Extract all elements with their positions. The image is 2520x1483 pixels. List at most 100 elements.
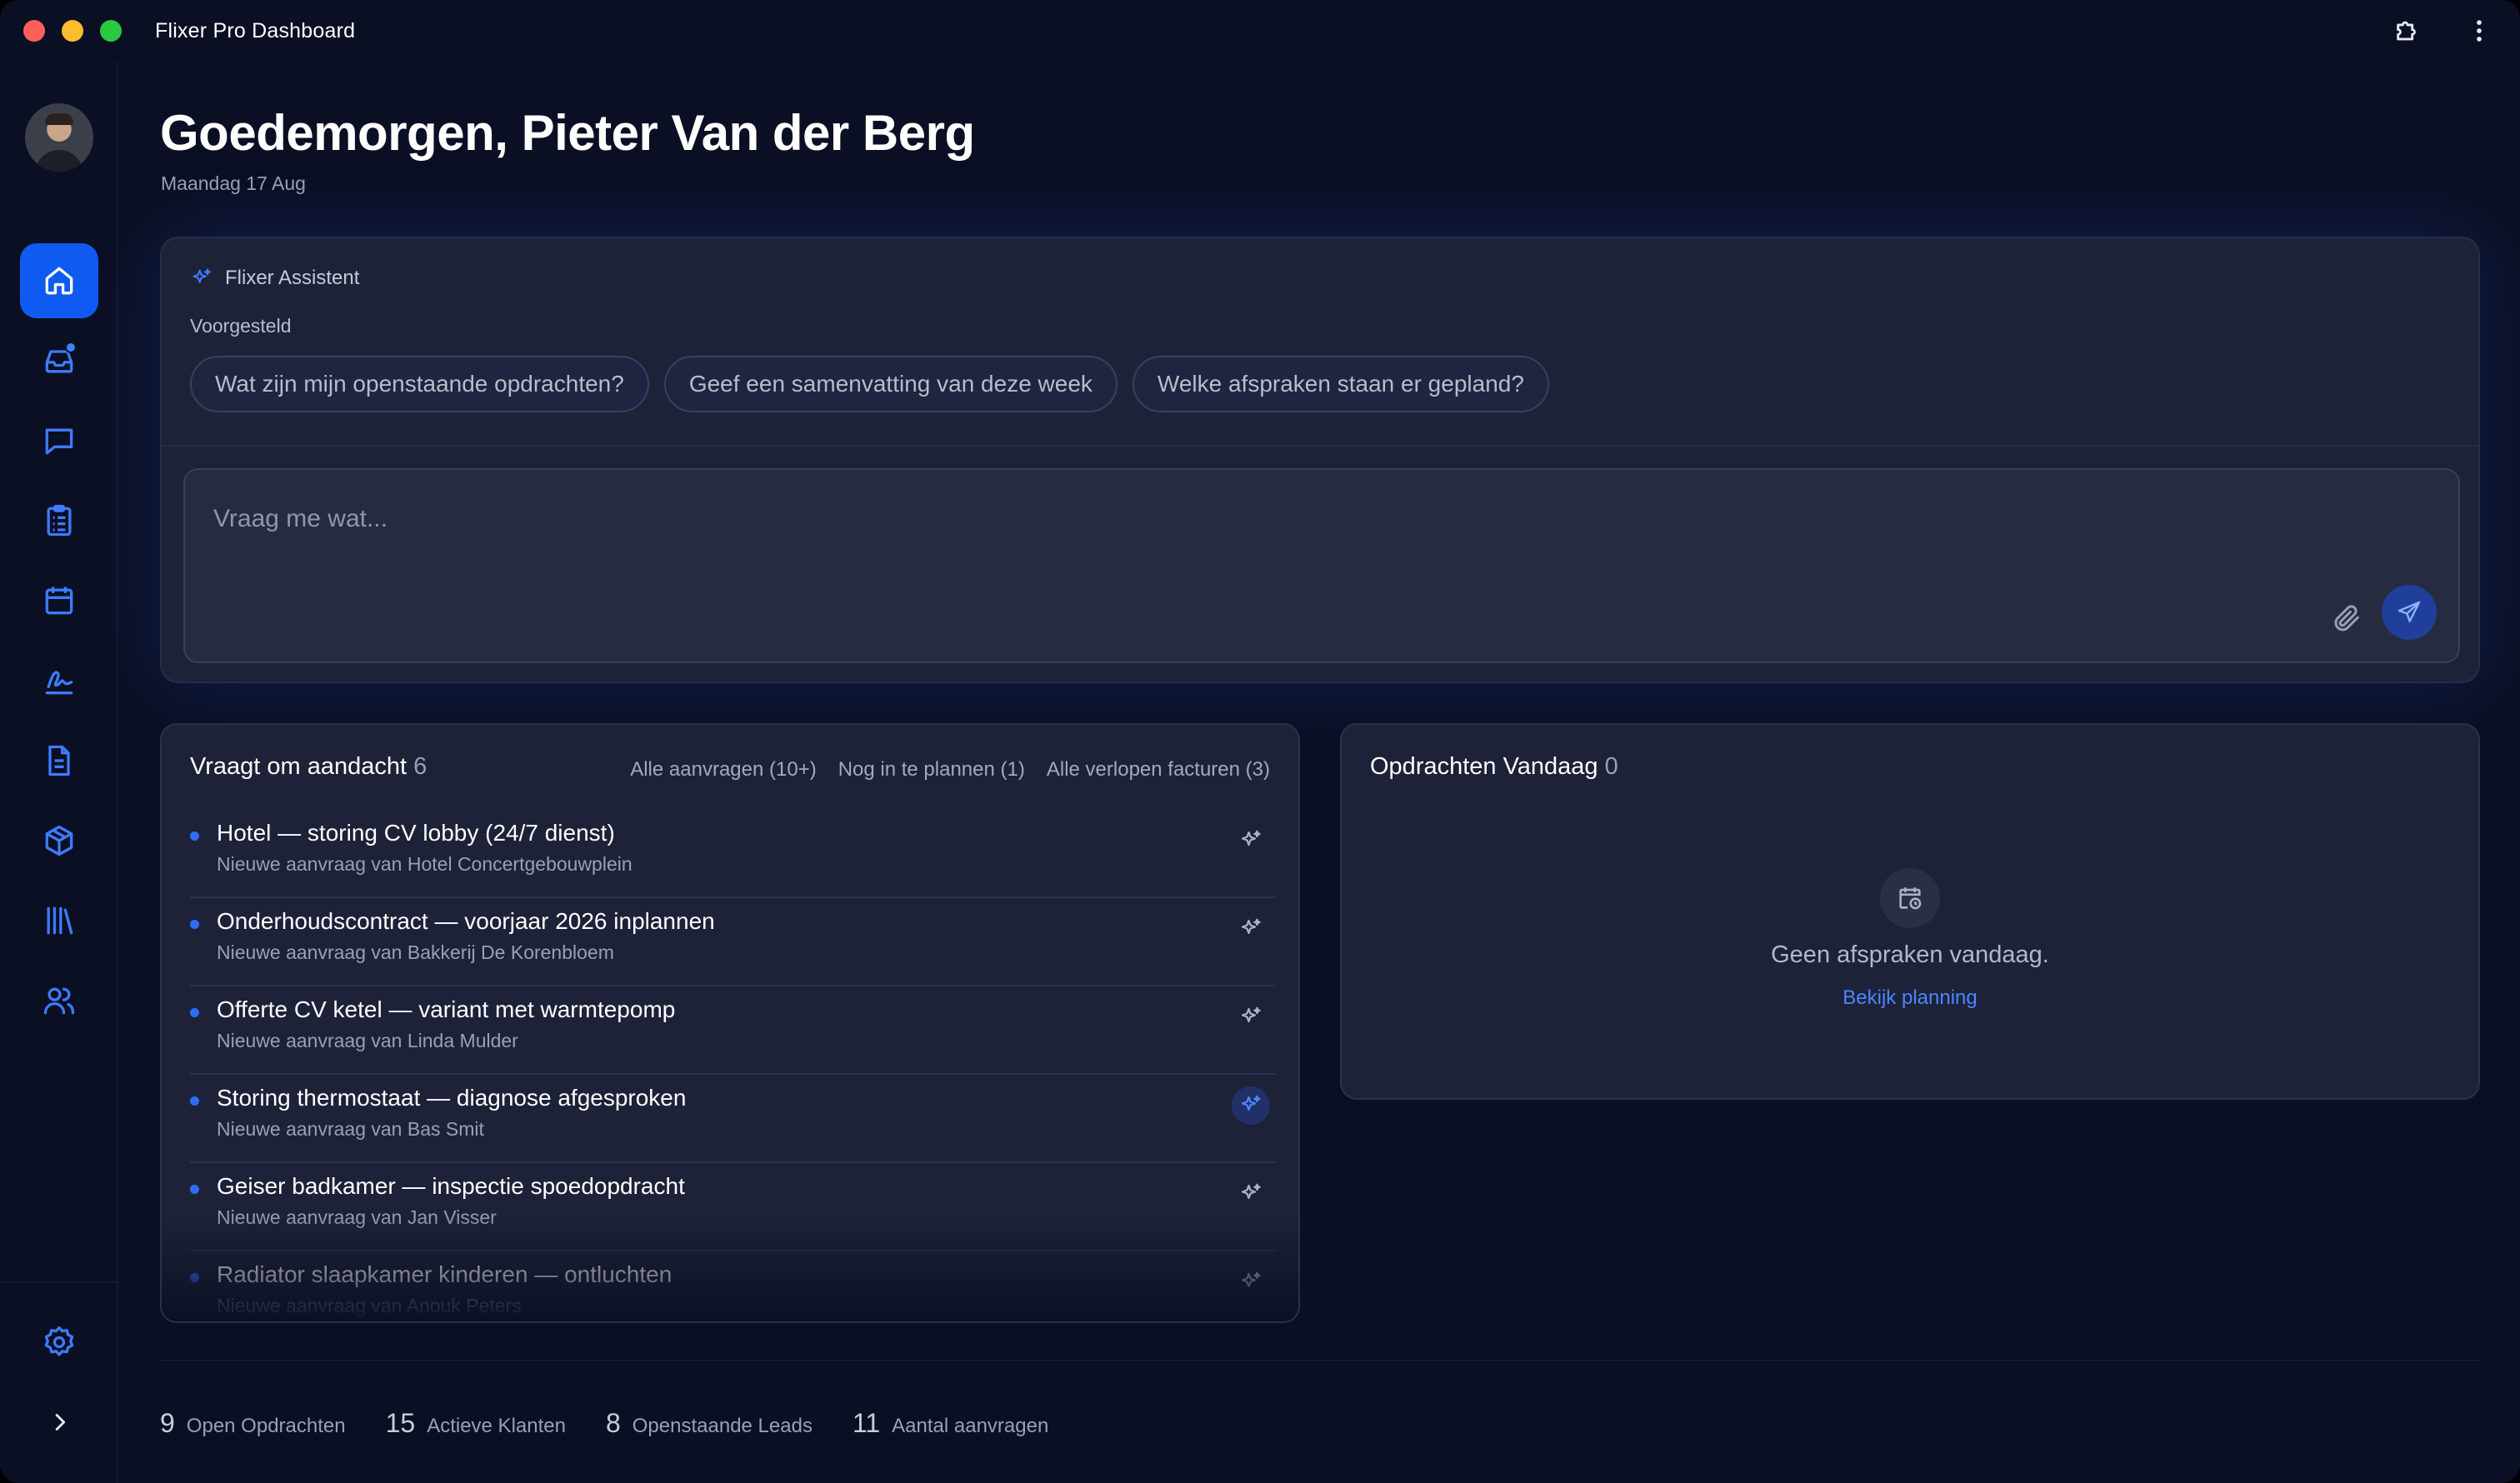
attention-title-text: Vraagt om aandacht <box>190 753 408 780</box>
stat-value: 15 <box>385 1408 416 1438</box>
filter-all-requests[interactable]: Alle aanvragen (10+) <box>630 758 816 781</box>
stat-open-assignments[interactable]: 9 Open Opdrachten <box>160 1408 346 1439</box>
send-icon <box>2398 601 2421 622</box>
window-controls <box>23 20 122 42</box>
close-window-button[interactable] <box>23 20 45 42</box>
item-subtitle: Nieuwe aanvraag van Bakkerij De Korenblo… <box>217 941 614 963</box>
page-title: Goedemorgen, Pieter Van der Berg <box>160 105 975 161</box>
sidebar-item-home[interactable] <box>20 243 98 318</box>
sidebar-item-library[interactable] <box>20 883 98 958</box>
ai-sparkles-button[interactable] <box>1232 998 1270 1036</box>
item-title: Radiator slaapkamer kinderen — ontluchte… <box>217 1261 672 1287</box>
clipboard-list-icon <box>47 504 72 537</box>
avatar[interactable] <box>25 103 93 172</box>
stat-label: Openstaande Leads <box>632 1415 812 1437</box>
calendar-clock-icon <box>1880 868 1940 928</box>
chevron-right-icon <box>55 1414 66 1431</box>
sidebar-item-documents[interactable] <box>20 723 98 798</box>
sidebar-item-products[interactable] <box>20 803 98 878</box>
assistant-input[interactable]: Vraag me wat... <box>183 468 2460 663</box>
list-item[interactable]: Radiator slaapkamer kinderen — ontluchte… <box>190 1251 1275 1321</box>
suggested-label: Voorgesteld <box>190 315 292 337</box>
extension-icon[interactable] <box>2392 15 2423 47</box>
view-planning-link[interactable]: Bekijk planning <box>1342 986 2478 1010</box>
item-subtitle: Nieuwe aanvraag van Bas Smit <box>217 1118 484 1140</box>
stat-value: 9 <box>160 1408 175 1438</box>
sidebar-item-settings[interactable] <box>20 1305 98 1380</box>
stat-label: Actieve Klanten <box>427 1415 566 1437</box>
suggestion-chip[interactable]: Geef een samenvatting van deze week <box>663 356 1118 412</box>
gear-icon <box>44 1326 74 1356</box>
library-icon <box>47 906 73 935</box>
list-item[interactable]: Onderhoudscontract — voorjaar 2026 inpla… <box>190 898 1275 986</box>
stats-bar: 9 Open Opdrachten 15 Actieve Klanten 8 Open… <box>160 1408 1048 1439</box>
sparkles-icon <box>192 268 211 283</box>
ai-sparkles-button[interactable] <box>1232 1086 1270 1125</box>
sidebar-item-tasks[interactable] <box>20 483 98 558</box>
notification-badge <box>65 342 77 353</box>
suggestion-chip[interactable]: Welke afspraken staan er gepland? <box>1132 356 1549 412</box>
item-title: Onderhoudscontract — voorjaar 2026 inpla… <box>217 908 715 934</box>
list-item[interactable]: Offerte CV ketel — variant met warmtepom… <box>190 986 1275 1075</box>
item-subtitle: Nieuwe aanvraag van Anouk Peters <box>217 1295 522 1316</box>
maximize-window-button[interactable] <box>100 20 122 42</box>
attention-list: Hotel — storing CV lobby (24/7 dienst) N… <box>190 810 1275 1321</box>
sidebar-item-customers[interactable] <box>20 963 98 1038</box>
sidebar-item-inbox[interactable] <box>20 323 98 398</box>
list-item[interactable]: Storing thermostaat — diagnose afgesprok… <box>190 1075 1275 1163</box>
sparkles-icon <box>1241 1271 1261 1288</box>
ai-sparkles-button[interactable] <box>1232 1175 1270 1213</box>
sidebar-divider <box>0 1281 118 1283</box>
unread-dot <box>190 831 199 841</box>
stat-label: Aantal aanvragen <box>892 1415 1049 1437</box>
item-title: Storing thermostaat — diagnose afgesprok… <box>217 1085 687 1111</box>
sidebar-expand-button[interactable] <box>20 1385 98 1460</box>
today-card: Opdrachten Vandaag 0 Geen afspraken vanda… <box>1340 723 2480 1100</box>
ai-sparkles-button[interactable] <box>1232 910 1270 948</box>
unread-dot <box>190 1096 199 1106</box>
empty-state-text: Geen afspraken vandaag. <box>1771 941 2049 968</box>
stat-requests[interactable]: 11 Aantal aanvragen <box>852 1408 1048 1439</box>
stat-active-customers[interactable]: 15 Actieve Klanten <box>386 1408 566 1439</box>
attention-count: 6 <box>413 753 428 780</box>
item-title: Geiser badkamer — inspectie spoedopdrach… <box>217 1173 685 1199</box>
list-item[interactable]: Hotel — storing CV lobby (24/7 dienst) N… <box>190 810 1275 898</box>
stats-divider <box>160 1360 2480 1361</box>
ai-sparkles-button[interactable] <box>1232 821 1270 860</box>
filter-to-schedule[interactable]: Nog in te plannen (1) <box>838 758 1025 781</box>
assistant-header: Flixer Assistent <box>190 267 359 290</box>
send-button[interactable] <box>2382 585 2437 640</box>
current-date: Maandag 17 Aug <box>161 172 306 194</box>
home-icon <box>45 267 73 295</box>
ai-sparkles-button[interactable] <box>1232 1263 1270 1301</box>
minimize-window-button[interactable] <box>62 20 83 42</box>
users-icon <box>43 987 75 1015</box>
stat-label: Open Opdrachten <box>186 1415 346 1437</box>
assistant-panel: Flixer Assistent Voorgesteld Wat zijn mi… <box>160 237 2480 683</box>
sidebar-item-calendar[interactable] <box>20 563 98 638</box>
titlebar-actions <box>2392 15 2495 47</box>
sparkles-icon <box>1241 1006 1261 1023</box>
stat-value: 8 <box>605 1408 621 1438</box>
suggestion-chip[interactable]: Wat zijn mijn openstaande opdrachten? <box>190 356 649 412</box>
suggestion-chips: Wat zijn mijn openstaande opdrachten? Ge… <box>190 356 1549 412</box>
stat-open-leads[interactable]: 8 Openstaande Leads <box>606 1408 812 1439</box>
sidebar-item-signature[interactable] <box>20 643 98 718</box>
paperclip-icon[interactable] <box>2330 602 2363 635</box>
attention-filters: Alle aanvragen (10+) Nog in te plannen (… <box>630 758 1270 781</box>
filter-overdue-invoices[interactable]: Alle verlopen facturen (3) <box>1047 758 1270 781</box>
list-item[interactable]: Geiser badkamer — inspectie spoedopdrach… <box>190 1163 1275 1251</box>
today-title: Opdrachten Vandaag 0 <box>1370 753 1618 781</box>
signature-icon <box>45 671 73 695</box>
more-vertical-icon[interactable] <box>2463 15 2495 47</box>
document-icon <box>48 745 70 776</box>
sidebar-item-messages[interactable] <box>20 403 98 478</box>
item-title: Offerte CV ketel — variant met warmtepom… <box>217 996 676 1022</box>
assistant-input-placeholder: Vraag me wat... <box>213 505 388 532</box>
item-title: Hotel — storing CV lobby (24/7 dienst) <box>217 820 615 846</box>
sparkles-icon <box>1241 830 1261 846</box>
titlebar: Flixer Pro Dashboard <box>0 0 2520 62</box>
app-window: Flixer Pro Dashboard Goedemorgen, Pieter… <box>0 0 2520 1483</box>
unread-dot <box>190 1008 199 1017</box>
attention-card: Vraagt om aandacht 6 Alle aanvragen (10+)… <box>160 723 1300 1323</box>
